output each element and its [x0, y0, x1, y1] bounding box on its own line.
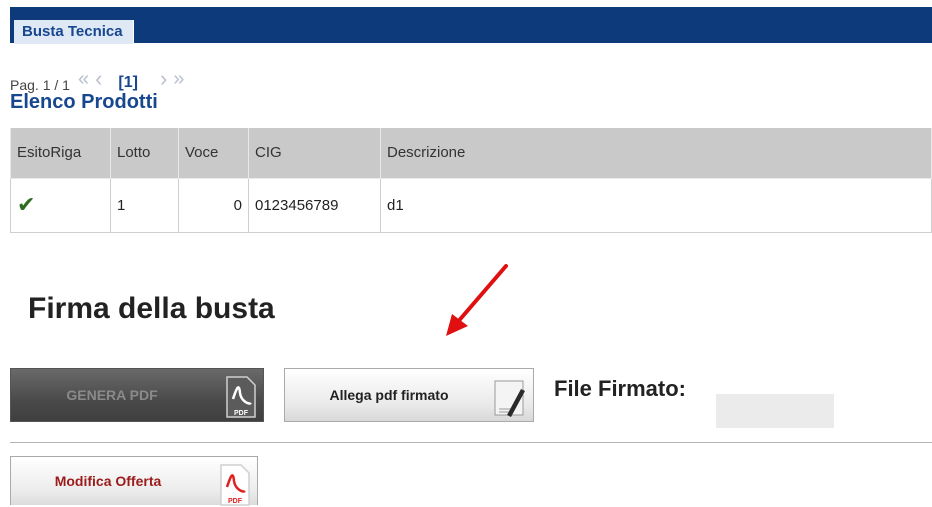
voce-cell: 0	[178, 177, 249, 233]
esito-cell: ✔	[10, 177, 111, 233]
file-firmato-label: File Firmato:	[554, 376, 687, 401]
table-header-row: EsitoRiga Lotto Voce CIG Descrizione	[10, 128, 932, 179]
genera-pdf-button[interactable]: GENERA PDF PDF	[10, 368, 264, 422]
sign-document-icon	[494, 380, 525, 417]
header-bar	[10, 7, 932, 43]
allega-pdf-firmato-button[interactable]: Allega pdf firmato	[284, 368, 534, 422]
column-header[interactable]: CIG	[248, 128, 381, 179]
file-firmato-field	[716, 394, 834, 428]
column-header[interactable]: Descrizione	[380, 128, 932, 179]
red-arrow-icon	[446, 264, 508, 336]
column-header[interactable]: Lotto	[110, 128, 179, 179]
genera-pdf-label: GENERA PDF	[66, 387, 158, 403]
pdf-icon: PDF	[220, 464, 250, 506]
section-title: Firma della busta	[28, 292, 275, 325]
list-title: Elenco Prodotti	[10, 91, 158, 113]
table-row: ✔ 1 0 0123456789 d1	[10, 177, 932, 233]
lotto-cell: 1	[110, 177, 179, 233]
tab-busta-tecnica[interactable]: Busta Tecnica	[14, 20, 134, 44]
allega-pdf-label: Allega pdf firmato	[329, 387, 449, 403]
cig-cell: 0123456789	[248, 177, 381, 233]
column-header[interactable]: Voce	[178, 128, 249, 179]
products-table: EsitoRiga Lotto Voce CIG Descrizione ✔ 1…	[10, 128, 932, 233]
pdf-icon-text: PDF	[228, 498, 243, 505]
next-page-icon[interactable]: ›	[160, 68, 167, 94]
descrizione-cell: d1	[380, 177, 932, 233]
modifica-offerta-label: Modifica Offerta	[54, 473, 162, 489]
pdf-icon-text: PDF	[234, 410, 249, 417]
column-header[interactable]: EsitoRiga	[10, 128, 111, 179]
pdf-icon: PDF	[226, 376, 256, 418]
last-page-icon[interactable]: »	[173, 69, 184, 94]
pager: Pag. 1 / 1 « ‹ [1] › »	[10, 60, 190, 94]
modifica-offerta-button[interactable]: Modifica Offerta PDF	[10, 456, 258, 506]
check-icon: ✔	[17, 192, 36, 217]
divider	[10, 442, 932, 443]
